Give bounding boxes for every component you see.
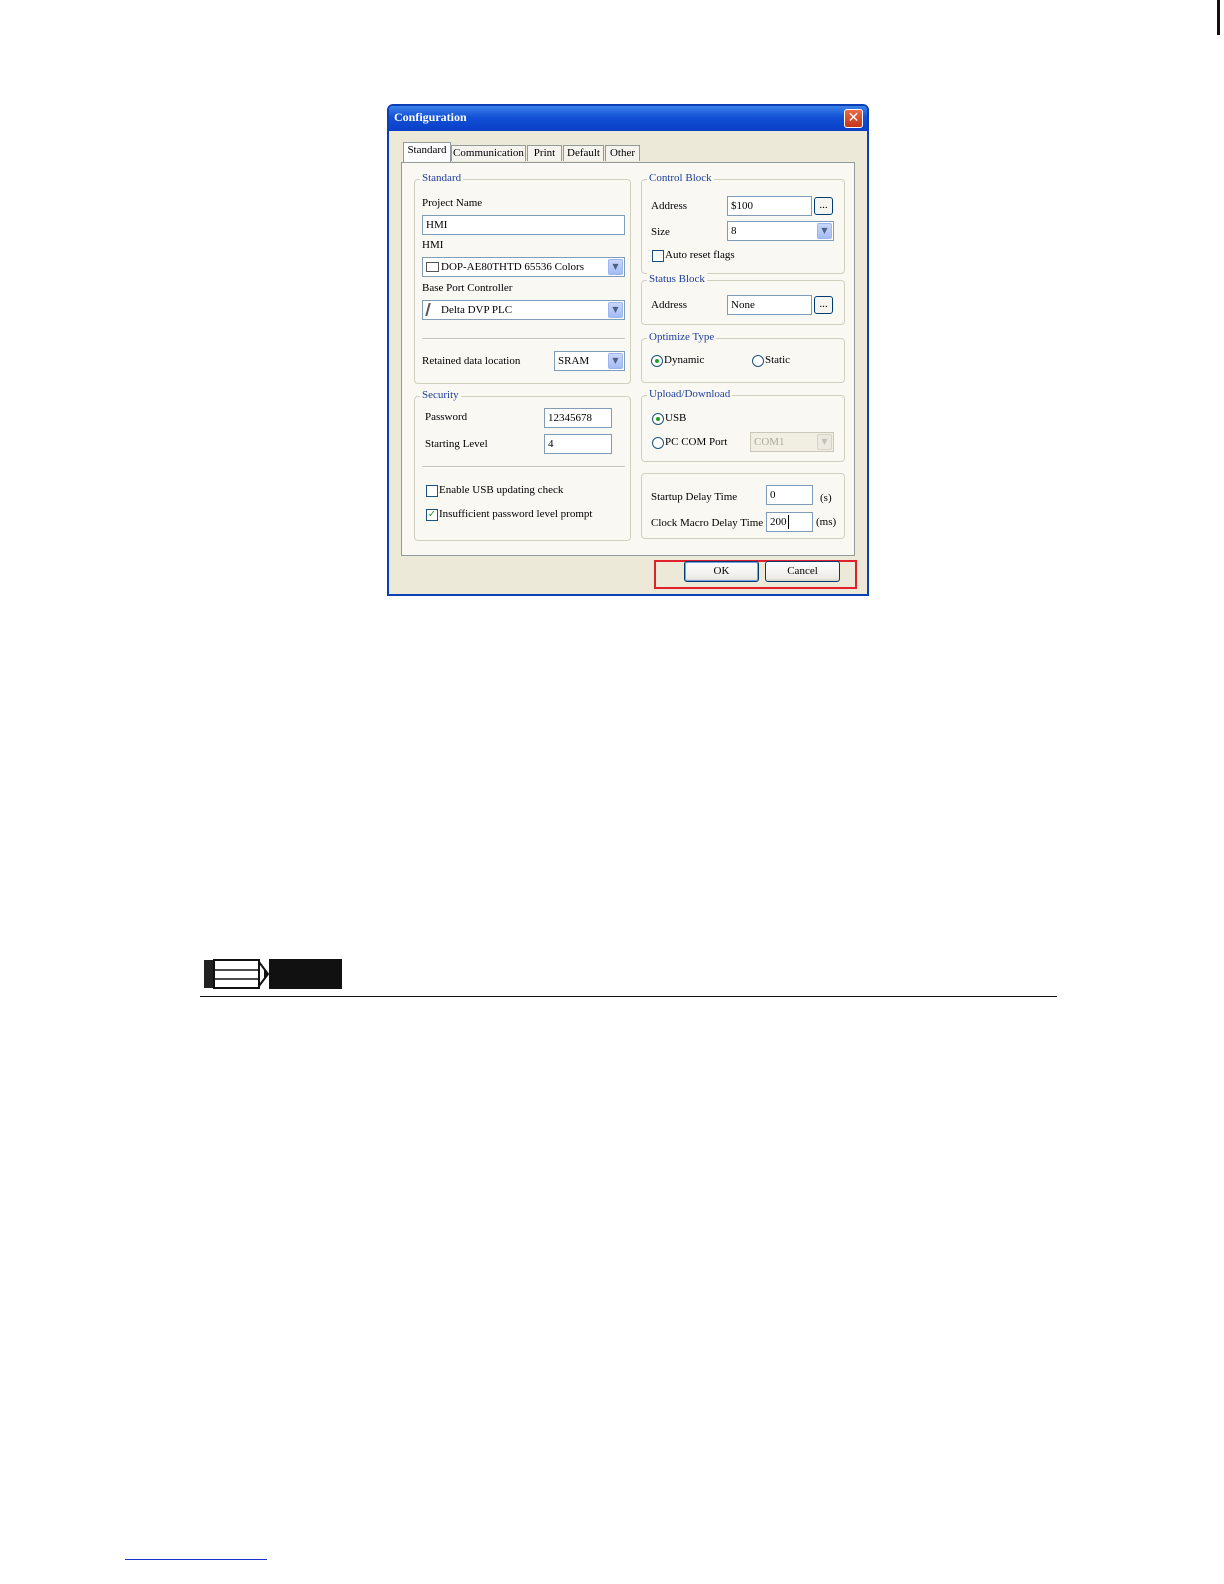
standard-group: Standard Project Name HMI HMI DOP-AE80TH…	[414, 172, 631, 384]
control-address-label: Address	[651, 200, 688, 212]
delay-group: Startup Delay Time 0 (s) Clock Macro Del…	[641, 473, 845, 539]
standard-legend: Standard	[420, 172, 464, 184]
security-group: Security Password 12345678 Starting Leve…	[414, 389, 631, 541]
tab-print[interactable]: Print	[527, 145, 562, 161]
startup-delay-input[interactable]: 0	[766, 485, 813, 505]
upload-download-legend: Upload/Download	[647, 388, 733, 400]
project-name-label: Project Name	[422, 197, 483, 209]
password-input[interactable]: 12345678	[544, 408, 612, 428]
tab-communication[interactable]: Communication	[451, 145, 526, 161]
control-address-input[interactable]: $100	[727, 196, 812, 216]
monitor-icon	[426, 262, 439, 272]
status-block-legend: Status Block	[647, 273, 707, 285]
starting-level-label: Starting Level	[425, 438, 488, 450]
close-icon: ✕	[847, 110, 860, 126]
cancel-button[interactable]: Cancel	[765, 561, 840, 582]
note-pencil-icon	[204, 959, 269, 989]
base-port-select-value: Delta DVP PLC	[441, 304, 513, 316]
startup-delay-unit: (s)	[820, 492, 832, 504]
status-address-browse-button[interactable]: ...	[814, 296, 833, 314]
chevron-down-icon[interactable]: ▼	[817, 223, 832, 239]
standard-separator	[422, 338, 625, 340]
optimize-type-legend: Optimize Type	[647, 331, 717, 343]
password-label: Password	[425, 411, 468, 423]
status-address-label: Address	[651, 299, 688, 311]
dialog-title: Configuration	[394, 110, 467, 124]
status-address-input[interactable]: None	[727, 295, 812, 315]
static-label: Static	[765, 354, 791, 366]
chevron-down-icon[interactable]: ▼	[608, 353, 623, 369]
hmi-label: HMI	[422, 239, 444, 251]
com-port-select[interactable]: COM1 ▼	[750, 432, 834, 452]
auto-reset-label: Auto reset flags	[665, 249, 735, 261]
retained-select[interactable]: SRAM ▼	[554, 351, 625, 371]
control-size-value: 8	[731, 225, 737, 237]
close-button[interactable]: ✕	[844, 109, 863, 128]
footer-link-underline	[125, 1559, 267, 1560]
plc-icon	[425, 303, 439, 316]
insufficient-prompt-label: Insufficient password level prompt	[439, 508, 593, 520]
hmi-select[interactable]: DOP-AE80THTD 65536 Colors ▼	[422, 257, 625, 277]
retained-select-value: SRAM	[558, 355, 590, 367]
chevron-down-icon[interactable]: ▼	[608, 259, 623, 275]
control-address-browse-button[interactable]: ...	[814, 197, 833, 215]
hmi-select-value: DOP-AE80THTD 65536 Colors	[441, 261, 584, 273]
page-edge-rule	[1217, 0, 1220, 35]
clock-macro-delay-label: Clock Macro Delay Time	[651, 517, 764, 529]
checkmark-icon: ✓	[427, 509, 437, 520]
base-port-select[interactable]: Delta DVP PLC ▼	[422, 300, 625, 320]
optimize-type-group: Optimize Type Dynamic Static	[641, 331, 845, 383]
base-port-label: Base Port Controller	[422, 282, 513, 294]
title-bar[interactable]: Configuration ✕	[389, 106, 867, 131]
control-block-legend: Control Block	[647, 172, 714, 184]
text-cursor	[788, 515, 789, 529]
tab-other[interactable]: Other	[605, 145, 640, 161]
pc-com-radio[interactable]	[652, 437, 664, 449]
static-radio[interactable]	[752, 355, 764, 367]
usb-radio[interactable]	[652, 413, 664, 425]
ok-button[interactable]: OK	[684, 561, 759, 582]
control-block-group: Control Block Address $100 ... Size 8 ▼ …	[641, 172, 845, 274]
startup-delay-label: Startup Delay Time	[651, 491, 738, 503]
insufficient-prompt-checkbox[interactable]: ✓	[426, 509, 438, 521]
retained-label: Retained data location	[422, 355, 521, 367]
chevron-down-icon[interactable]: ▼	[817, 434, 832, 450]
upload-download-group: Upload/Download USB PC COM Port COM1 ▼	[641, 388, 845, 462]
note-rule	[200, 996, 1057, 997]
dynamic-label: Dynamic	[664, 354, 705, 366]
note-label-bar	[269, 959, 342, 989]
usb-check-label: Enable USB updating check	[439, 484, 564, 496]
starting-level-input[interactable]: 4	[544, 434, 612, 454]
dynamic-radio[interactable]	[651, 355, 663, 367]
clock-macro-delay-value: 200	[770, 516, 787, 528]
usb-check-checkbox[interactable]	[426, 485, 438, 497]
security-legend: Security	[420, 389, 461, 401]
security-separator	[422, 466, 625, 468]
clock-macro-delay-unit: (ms)	[816, 516, 837, 528]
configuration-dialog: Configuration ✕ Standard Communication P…	[387, 104, 869, 596]
chevron-down-icon[interactable]: ▼	[608, 302, 623, 318]
usb-label: USB	[665, 412, 687, 424]
control-size-select[interactable]: 8 ▼	[727, 221, 834, 241]
status-block-group: Status Block Address None ...	[641, 273, 845, 325]
com-port-value: COM1	[754, 436, 785, 448]
project-name-input[interactable]: HMI	[422, 215, 625, 235]
control-size-label: Size	[651, 226, 670, 238]
tab-panel-standard: Standard Project Name HMI HMI DOP-AE80TH…	[401, 162, 857, 589]
auto-reset-checkbox[interactable]	[652, 250, 664, 262]
clock-macro-delay-input[interactable]: 200	[766, 512, 813, 532]
tab-default[interactable]: Default	[563, 145, 604, 161]
tab-standard[interactable]: Standard	[403, 142, 451, 162]
pc-com-label: PC COM Port	[665, 436, 728, 448]
